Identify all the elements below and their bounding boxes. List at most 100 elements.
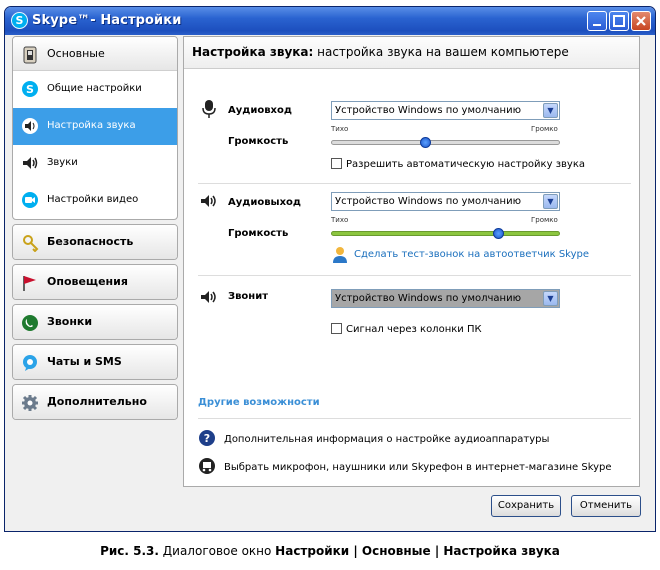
sidebar-item-video-settings[interactable]: Настройки видео <box>13 182 177 219</box>
skype-logo-icon: S <box>11 12 28 29</box>
audio-out-select[interactable]: Устройство Windows по умолчанию ▼ <box>331 192 560 211</box>
slider-thumb[interactable] <box>492 228 504 239</box>
auto-adjust-checkbox[interactable]: Разрешить автоматическую настройку звука <box>331 158 585 170</box>
chat-icon <box>23 355 37 371</box>
audio-in-select[interactable]: Устройство Windows по умолчанию ▼ <box>331 101 560 120</box>
divider <box>198 183 631 184</box>
slider-max-label: Громко <box>531 216 558 224</box>
speaker-icon <box>23 157 38 169</box>
settings-sidebar: Основные S Общие настройки Настройка зву… <box>12 36 178 424</box>
video-icon <box>22 192 38 208</box>
chevron-down-icon[interactable]: ▼ <box>543 291 558 306</box>
phone-icon <box>22 315 38 331</box>
audio-in-volume-label: Громкость <box>228 136 289 147</box>
chevron-down-icon[interactable]: ▼ <box>543 103 558 118</box>
group-label: Основные <box>47 47 105 60</box>
group-header-advanced[interactable]: Дополнительно <box>13 385 177 419</box>
test-call-link[interactable]: Сделать тест-звонок на автоответчик Skyp… <box>354 249 589 260</box>
svg-text:S: S <box>26 83 34 96</box>
flag-icon <box>23 276 36 291</box>
help-icon: ? <box>199 430 215 446</box>
title-bar[interactable]: S Skype™- Настройки <box>5 7 655 35</box>
group-basic: Основные S Общие настройки Настройка зву… <box>12 36 178 220</box>
sidebar-item-sound-settings[interactable]: Настройка звука <box>13 108 177 145</box>
audio-info-link[interactable]: ? Дополнительная информация о настройке … <box>198 429 549 447</box>
speaker-icon <box>201 291 216 303</box>
close-icon <box>636 16 646 26</box>
checkbox-label: Разрешить автоматическую настройку звука <box>346 159 585 170</box>
checkbox-label: Сигнал через колонки ПК <box>346 324 482 335</box>
microphone-icon <box>202 100 216 118</box>
shop-text[interactable]: Выбрать микрофон, наушники или Skypeфон … <box>224 462 612 473</box>
gear-icon <box>22 395 38 411</box>
user-phone-icon <box>333 247 347 263</box>
checkbox[interactable] <box>331 323 342 334</box>
group-advanced[interactable]: Дополнительно <box>12 384 178 420</box>
sidebar-item-general[interactable]: S Общие настройки <box>13 71 177 108</box>
group-header-calls[interactable]: Звонки <box>13 305 177 339</box>
shop-link[interactable]: Выбрать микрофон, наушники или Skypeфон … <box>198 457 612 475</box>
caption-prefix: Рис. 5.3. <box>100 544 159 558</box>
sidebar-item-label: Общие настройки <box>47 83 142 94</box>
window-title: Skype™- Настройки <box>32 13 182 28</box>
figure-caption: Рис. 5.3. Диалоговое окно Настройки | Ос… <box>0 544 660 558</box>
close-button[interactable] <box>631 11 651 31</box>
slider-min-label: Тихо <box>331 125 349 133</box>
audio-in-volume-slider[interactable] <box>331 137 560 148</box>
slider-min-label: Тихо <box>331 216 349 224</box>
skype-icon: S <box>22 81 38 97</box>
audio-out-value: Устройство Windows по умолчанию <box>335 196 522 207</box>
pc-speaker-checkbox[interactable]: Сигнал через колонки ПК <box>331 323 482 335</box>
caption-path: Настройки | Основные | Настройка звука <box>275 544 560 558</box>
speaker-icon <box>22 118 38 134</box>
sidebar-item-label: Настройки видео <box>47 194 139 205</box>
divider <box>198 275 631 276</box>
panel-subtitle: настройка звука на вашем компьютере <box>313 45 569 59</box>
audio-out-label: Аудиовыход <box>228 197 301 208</box>
chevron-down-icon[interactable]: ▼ <box>543 194 558 209</box>
group-label: Оповещения <box>47 275 128 288</box>
group-security[interactable]: Безопасность <box>12 224 178 260</box>
group-header-security[interactable]: Безопасность <box>13 225 177 259</box>
maximize-icon <box>613 15 625 27</box>
other-options-title[interactable]: Другие возможности <box>198 397 320 408</box>
sound-settings-panel: Настройка звука: настройка звука на ваше… <box>183 36 640 487</box>
audio-out-volume-slider[interactable] <box>331 228 560 239</box>
shop-icon <box>199 458 215 474</box>
speaker-icon <box>201 195 216 207</box>
audio-out-volume-label: Громкость <box>228 228 289 239</box>
sidebar-item-label: Звуки <box>47 157 78 168</box>
panel-title: Настройка звука: <box>192 45 314 59</box>
switch-icon <box>23 46 37 64</box>
save-button[interactable]: Сохранить <box>491 495 561 517</box>
group-label: Безопасность <box>47 235 134 248</box>
ringing-value: Устройство Windows по умолчанию <box>335 293 522 304</box>
audio-in-label: Аудиовход <box>228 105 292 116</box>
caption-text: Диалоговое окно <box>158 544 276 558</box>
panel-header: Настройка звука: настройка звука на ваше… <box>184 37 639 69</box>
divider <box>198 418 631 419</box>
group-label: Дополнительно <box>47 395 147 408</box>
group-chats-sms[interactable]: Чаты и SMS <box>12 344 178 380</box>
maximize-button[interactable] <box>609 11 629 31</box>
group-header-notifications[interactable]: Оповещения <box>13 265 177 299</box>
audio-in-value: Устройство Windows по умолчанию <box>335 105 522 116</box>
group-label: Чаты и SMS <box>47 355 122 368</box>
audio-info-text[interactable]: Дополнительная информация о настройке ау… <box>224 434 549 445</box>
ringing-select[interactable]: Устройство Windows по умолчанию ▼ <box>331 289 560 308</box>
group-header-basic[interactable]: Основные <box>13 37 177 71</box>
group-calls[interactable]: Звонки <box>12 304 178 340</box>
group-notifications[interactable]: Оповещения <box>12 264 178 300</box>
sidebar-item-sounds[interactable]: Звуки <box>13 145 177 182</box>
ringing-label: Звонит <box>228 291 269 302</box>
group-label: Звонки <box>47 315 93 328</box>
lock-icon <box>23 235 39 252</box>
minimize-button[interactable] <box>587 11 607 31</box>
checkbox[interactable] <box>331 158 342 169</box>
svg-text:?: ? <box>204 432 210 445</box>
slider-max-label: Громко <box>531 125 558 133</box>
cancel-button[interactable]: Отменить <box>571 495 641 517</box>
group-header-chats-sms[interactable]: Чаты и SMS <box>13 345 177 379</box>
slider-thumb[interactable] <box>420 137 432 148</box>
test-call-text[interactable]: Сделать тест-звонок на автоответчик Skyp… <box>354 249 589 260</box>
